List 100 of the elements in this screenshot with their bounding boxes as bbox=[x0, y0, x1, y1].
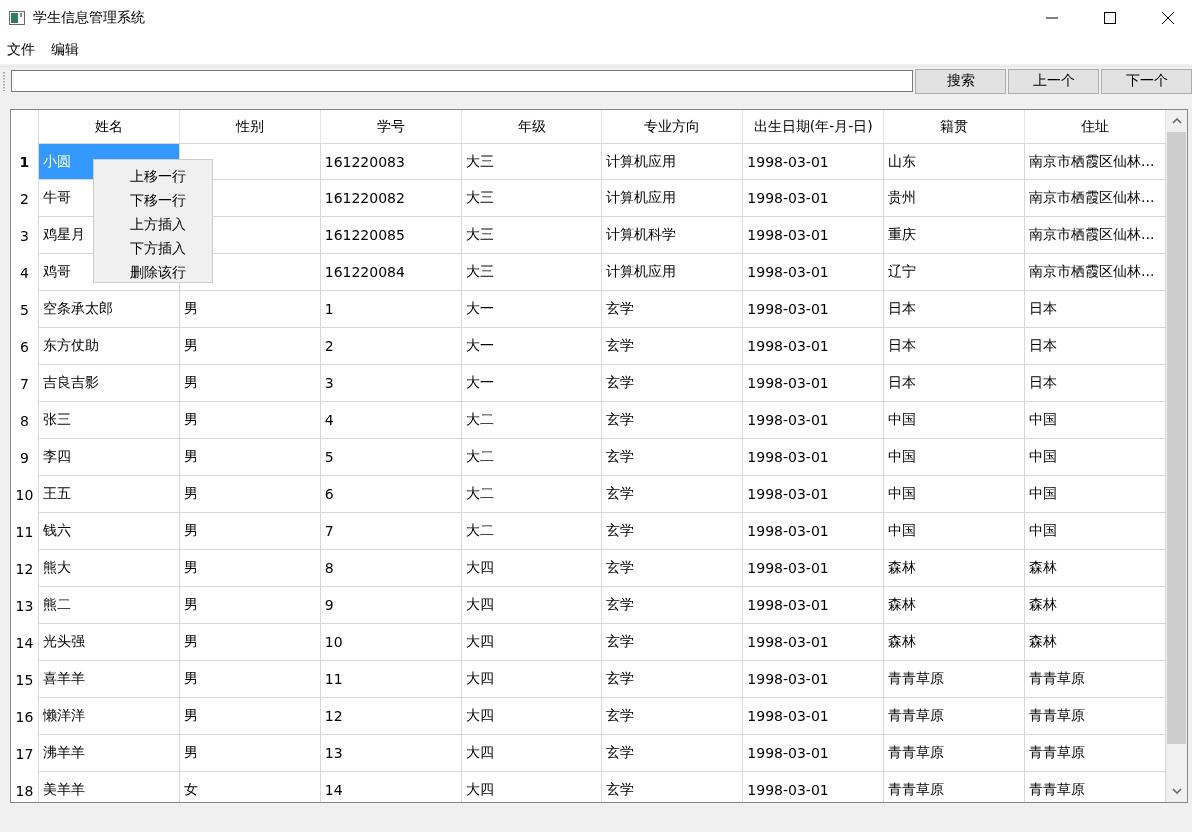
column-header[interactable]: 籍贯 bbox=[884, 110, 1026, 143]
table-cell: 1998-03-01 bbox=[743, 143, 885, 180]
table-cell: 中国 bbox=[1025, 476, 1166, 513]
table-cell: 懒洋洋 bbox=[38, 698, 180, 735]
table-cell: 中国 bbox=[884, 402, 1026, 439]
column-header[interactable]: 学号 bbox=[320, 110, 462, 143]
row-number[interactable]: 8 bbox=[11, 402, 39, 439]
table-cell: 大四 bbox=[461, 661, 603, 698]
scroll-up-icon[interactable] bbox=[1171, 118, 1182, 124]
table-cell: 玄学 bbox=[602, 476, 744, 513]
row-number[interactable]: 3 bbox=[11, 217, 39, 254]
table-cell: 男 bbox=[179, 587, 321, 624]
row-number[interactable]: 4 bbox=[11, 254, 39, 291]
table-cell: 张三 bbox=[38, 402, 180, 439]
column-header[interactable]: 性别 bbox=[179, 110, 321, 143]
row-number[interactable]: 14 bbox=[11, 624, 39, 661]
table-cell: 1998-03-01 bbox=[743, 291, 885, 328]
table-cell: 男 bbox=[179, 365, 321, 402]
toolbar-button[interactable]: 搜索 bbox=[915, 68, 1006, 94]
column-header[interactable]: 住址 bbox=[1025, 110, 1166, 143]
scrollbar-thumb[interactable] bbox=[1167, 132, 1186, 744]
table-cell: 南京市栖霞区仙林... bbox=[1025, 180, 1166, 217]
table-cell: 男 bbox=[179, 698, 321, 735]
row-number[interactable]: 2 bbox=[11, 180, 39, 217]
table-cell: 青青草原 bbox=[884, 735, 1026, 772]
table-cell: 161220084 bbox=[320, 254, 462, 291]
table-cell: 空条承太郎 bbox=[38, 291, 180, 328]
table-cell: 熊大 bbox=[38, 550, 180, 587]
row-number[interactable]: 7 bbox=[11, 365, 39, 402]
table-cell: 大三 bbox=[461, 217, 603, 254]
table-cell: 1998-03-01 bbox=[743, 365, 885, 402]
table-cell: 日本 bbox=[1025, 365, 1166, 402]
search-field[interactable] bbox=[11, 70, 913, 92]
row-number[interactable]: 17 bbox=[11, 735, 39, 772]
table-cell: 日本 bbox=[884, 365, 1026, 402]
table-cell: 4 bbox=[320, 402, 462, 439]
scroll-down-icon[interactable] bbox=[1171, 788, 1182, 794]
close-icon[interactable] bbox=[1162, 12, 1174, 24]
table-cell: 光头强 bbox=[38, 624, 180, 661]
row-number[interactable]: 12 bbox=[11, 550, 39, 587]
row-number[interactable]: 13 bbox=[11, 587, 39, 624]
menu-item[interactable]: 编辑 bbox=[51, 41, 79, 59]
table-cell: 贵州 bbox=[884, 180, 1026, 217]
column-header[interactable]: 出生日期(年-月-日) bbox=[743, 110, 885, 143]
row-number[interactable]: 10 bbox=[11, 476, 39, 513]
table-cell: 计算机应用 bbox=[602, 180, 744, 217]
table-cell: 玄学 bbox=[602, 698, 744, 735]
toolbar-grip-icon[interactable] bbox=[3, 71, 6, 91]
table-cell: 沸羊羊 bbox=[38, 735, 180, 772]
table-cell: 玄学 bbox=[602, 735, 744, 772]
menu-item[interactable]: 文件 bbox=[7, 41, 35, 59]
row-number[interactable]: 16 bbox=[11, 698, 39, 735]
table-cell: 东方仗助 bbox=[38, 328, 180, 365]
row-number[interactable]: 15 bbox=[11, 661, 39, 698]
table-cell: 8 bbox=[320, 550, 462, 587]
table-cell: 王五 bbox=[38, 476, 180, 513]
table-cell: 1998-03-01 bbox=[743, 550, 885, 587]
table-cell: 玄学 bbox=[602, 291, 744, 328]
table-cell: 男 bbox=[179, 291, 321, 328]
row-number[interactable]: 5 bbox=[11, 291, 39, 328]
table-cell: 李四 bbox=[38, 439, 180, 476]
table-cell: 男 bbox=[179, 624, 321, 661]
table-cell: 大四 bbox=[461, 772, 603, 802]
table-cell: 青青草原 bbox=[1025, 772, 1166, 802]
row-number[interactable]: 18 bbox=[11, 772, 39, 802]
table-cell: 大一 bbox=[461, 291, 603, 328]
table-cell: 男 bbox=[179, 661, 321, 698]
table-cell: 中国 bbox=[1025, 402, 1166, 439]
toolbar-button[interactable]: 上一个 bbox=[1008, 68, 1099, 94]
table-cell: 玄学 bbox=[602, 365, 744, 402]
maximize-icon[interactable] bbox=[1104, 12, 1116, 24]
table-cell: 青青草原 bbox=[1025, 698, 1166, 735]
table-cell: 大三 bbox=[461, 180, 603, 217]
table-cell: 大四 bbox=[461, 735, 603, 772]
row-number[interactable]: 1 bbox=[11, 143, 39, 180]
table-cell: 1998-03-01 bbox=[743, 476, 885, 513]
column-header[interactable]: 专业方向 bbox=[602, 110, 744, 143]
table-cell: 日本 bbox=[1025, 291, 1166, 328]
table-cell: 大四 bbox=[461, 698, 603, 735]
table-cell: 1998-03-01 bbox=[743, 513, 885, 550]
table-cell: 1998-03-01 bbox=[743, 661, 885, 698]
table-cell: 玄学 bbox=[602, 328, 744, 365]
table-cell: 大三 bbox=[461, 254, 603, 291]
table-cell: 大四 bbox=[461, 624, 603, 661]
table-cell: 中国 bbox=[884, 513, 1026, 550]
table-cell: 161220085 bbox=[320, 217, 462, 254]
table-cell: 2 bbox=[320, 328, 462, 365]
table-cell: 男 bbox=[179, 476, 321, 513]
table-cell: 男 bbox=[179, 439, 321, 476]
row-number[interactable]: 11 bbox=[11, 513, 39, 550]
table-cell: 161220082 bbox=[320, 180, 462, 217]
row-number[interactable]: 9 bbox=[11, 439, 39, 476]
table-cell: 大一 bbox=[461, 365, 603, 402]
toolbar-button[interactable]: 下一个 bbox=[1101, 68, 1192, 94]
table-cell: 青青草原 bbox=[884, 698, 1026, 735]
row-number[interactable]: 6 bbox=[11, 328, 39, 365]
table-cell: 6 bbox=[320, 476, 462, 513]
table-cell: 男 bbox=[179, 328, 321, 365]
table-cell: 大二 bbox=[461, 402, 603, 439]
column-header[interactable]: 年级 bbox=[461, 110, 603, 143]
